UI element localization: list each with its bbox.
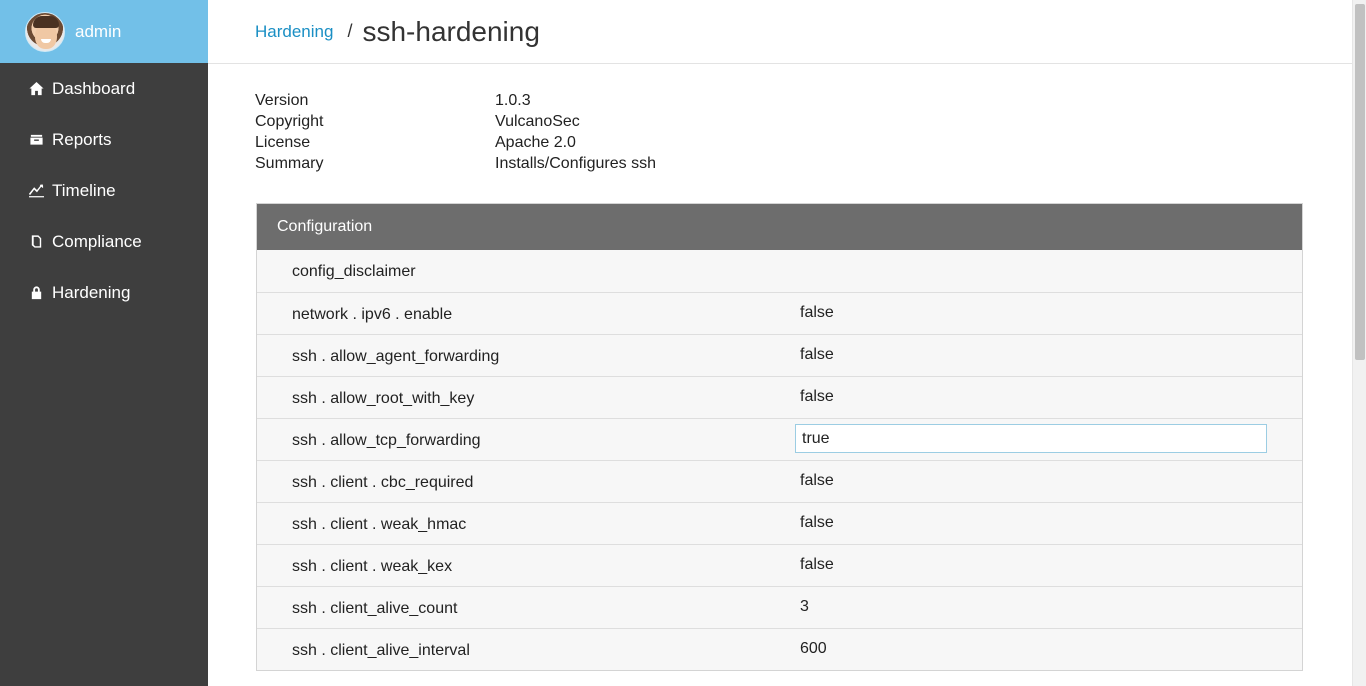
summary-label: Summary — [255, 154, 324, 172]
config-row[interactable]: ssh . allow_root_with_key false — [257, 376, 1302, 418]
config-row[interactable]: ssh . allow_tcp_forwarding — [257, 418, 1302, 460]
config-row[interactable]: ssh . client . cbc_required false — [257, 460, 1302, 502]
inbox-icon — [28, 132, 44, 148]
config-key: network . ipv6 . enable — [292, 306, 453, 323]
config-value[interactable]: 600 — [800, 640, 827, 658]
info-row-summary: Summary Installs/Configures ssh — [255, 153, 656, 174]
sidebar-item-label: Dashboard — [52, 78, 136, 98]
config-key: ssh . client . weak_kex — [292, 558, 453, 575]
configuration-list: config_disclaimernetwork . ipv6 . enable… — [257, 250, 1302, 670]
config-row[interactable]: ssh . allow_agent_forwarding false — [257, 334, 1302, 376]
copyright-label: Copyright — [255, 112, 324, 130]
page-scrollbar[interactable] — [1352, 0, 1366, 686]
sidebar-item-label: Timeline — [52, 180, 116, 200]
sidebar-item-label: Hardening — [52, 282, 131, 302]
copyright-value: VulcanoSec — [495, 112, 580, 130]
license-value: Apache 2.0 — [495, 133, 576, 151]
summary-value: Installs/Configures ssh — [495, 154, 656, 172]
page-title: ssh-hardening — [362, 15, 540, 47]
profile-info: Version 1.0.3 Copyright VulcanoSec Licen… — [255, 90, 656, 174]
breadcrumb-hardening-link[interactable]: Hardening — [255, 22, 333, 42]
config-value[interactable]: false — [800, 346, 834, 364]
config-row[interactable]: config_disclaimer — [257, 250, 1302, 292]
config-key: ssh . allow_root_with_key — [292, 390, 475, 407]
main-content: Hardening / ssh-hardening Version 1.0.3 … — [208, 0, 1352, 686]
info-row-copyright: Copyright VulcanoSec — [255, 111, 656, 132]
breadcrumb: Hardening / ssh-hardening — [208, 0, 1352, 64]
breadcrumb-separator: / — [347, 21, 353, 41]
config-value[interactable]: false — [800, 304, 834, 322]
version-value: 1.0.3 — [495, 91, 531, 109]
avatar[interactable] — [25, 11, 65, 52]
config-row[interactable]: ssh . client_alive_count 3 — [257, 586, 1302, 628]
sidebar-item-compliance[interactable]: Compliance — [0, 216, 208, 267]
book-icon — [28, 234, 44, 250]
configuration-header: Configuration — [257, 204, 1302, 250]
config-value[interactable]: false — [800, 514, 834, 532]
config-key: ssh . client_alive_interval — [292, 642, 470, 659]
config-key: ssh . client . cbc_required — [292, 474, 474, 491]
user-header[interactable]: admin — [0, 0, 208, 63]
config-row[interactable]: ssh . client . weak_hmac false — [257, 502, 1302, 544]
config-value[interactable]: false — [800, 556, 834, 574]
scrollbar-thumb[interactable] — [1355, 4, 1365, 360]
sidebar-item-hardening[interactable]: Hardening — [0, 267, 208, 318]
config-key: config_disclaimer — [292, 263, 416, 280]
config-key: ssh . allow_tcp_forwarding — [292, 432, 481, 449]
config-row[interactable]: ssh . client_alive_interval 600 — [257, 628, 1302, 670]
trend-line-icon — [28, 183, 44, 199]
user-name[interactable]: admin — [75, 22, 121, 42]
config-value[interactable]: 3 — [800, 598, 809, 616]
sidebar: admin Dashboard Reports Timeline Complia… — [0, 0, 208, 686]
config-key: ssh . allow_agent_forwarding — [292, 348, 500, 365]
info-row-license: License Apache 2.0 — [255, 132, 656, 153]
home-icon — [28, 81, 44, 97]
lock-icon — [28, 285, 44, 301]
sidebar-nav: Dashboard Reports Timeline Compliance Ha… — [0, 63, 208, 318]
config-value-input[interactable] — [795, 424, 1267, 453]
version-label: Version — [255, 91, 309, 109]
config-value[interactable]: false — [800, 472, 834, 490]
config-row[interactable]: ssh . client . weak_kex false — [257, 544, 1302, 586]
sidebar-item-timeline[interactable]: Timeline — [0, 165, 208, 216]
sidebar-item-dashboard[interactable]: Dashboard — [0, 63, 208, 114]
config-key: ssh . client_alive_count — [292, 600, 458, 617]
sidebar-item-label: Compliance — [52, 231, 142, 251]
configuration-panel: Configuration config_disclaimernetwork .… — [256, 203, 1303, 671]
sidebar-item-reports[interactable]: Reports — [0, 114, 208, 165]
sidebar-item-label: Reports — [52, 129, 112, 149]
config-row[interactable]: network . ipv6 . enable false — [257, 292, 1302, 334]
config-value[interactable]: false — [800, 388, 834, 406]
config-key: ssh . client . weak_hmac — [292, 516, 467, 533]
info-row-version: Version 1.0.3 — [255, 90, 656, 111]
license-label: License — [255, 133, 311, 151]
